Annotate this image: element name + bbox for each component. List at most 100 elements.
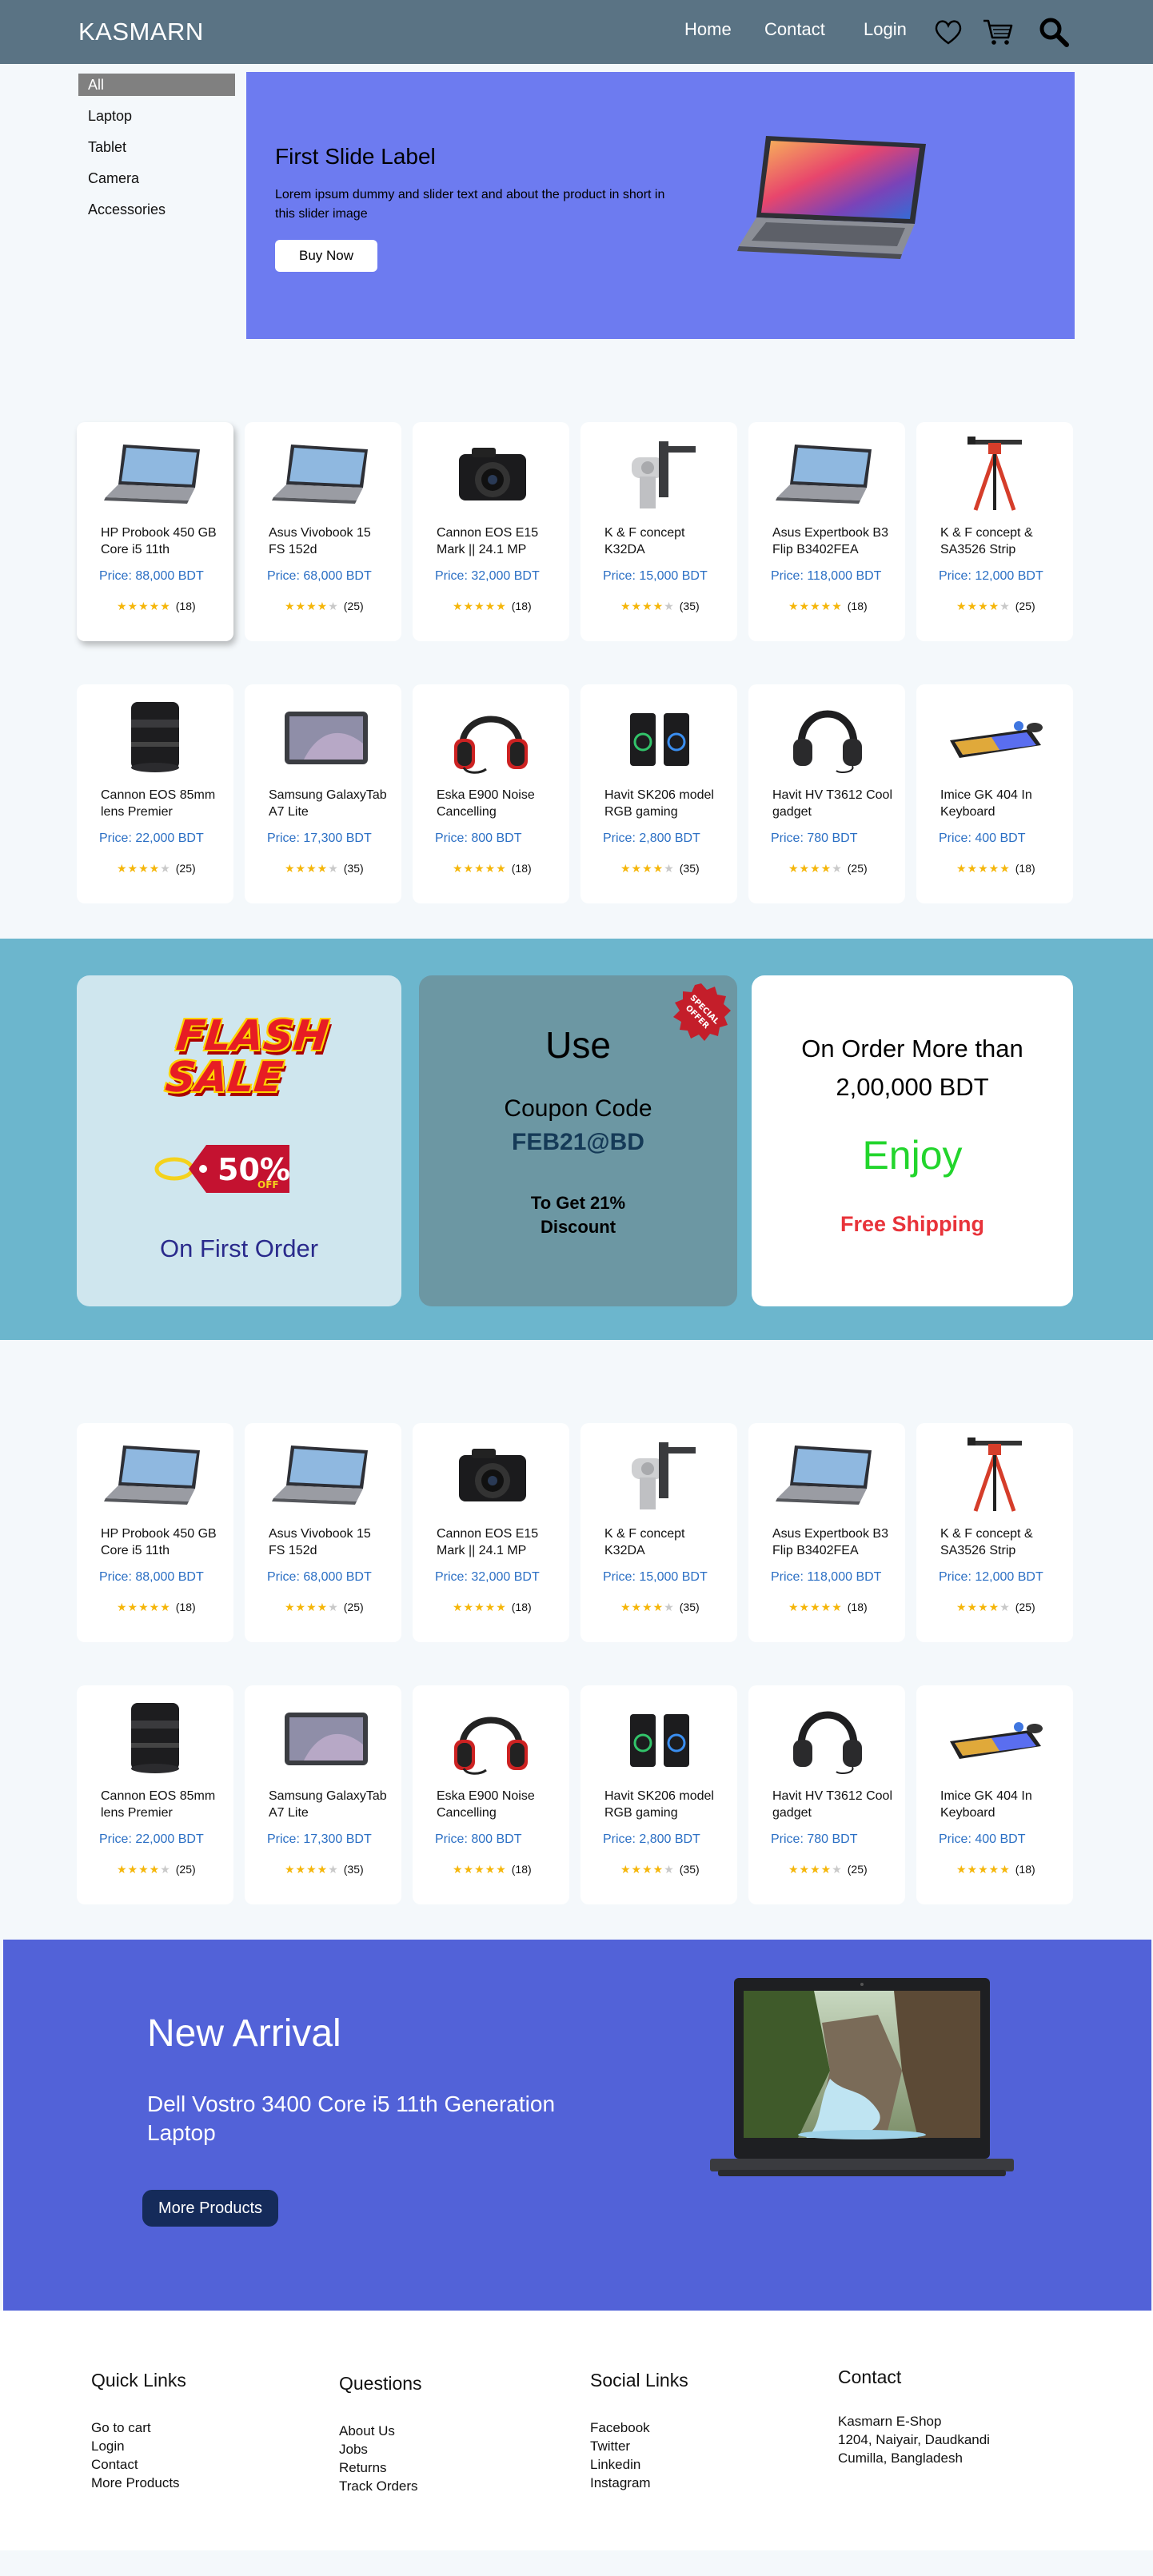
product-card[interactable]: Cannon EOS 85mm lens Premier Price: 22,00…: [77, 1685, 233, 1904]
search-icon[interactable]: [1038, 16, 1070, 48]
product-name[interactable]: Asus Vivobook 15 FS 152d: [269, 524, 389, 558]
product-name[interactable]: Eska E900 Noise Cancelling: [437, 787, 557, 820]
product-card[interactable]: K & F concept K32DA Price: 15,000 BDT ★★★★…: [580, 1423, 737, 1642]
category-accessories[interactable]: Accessories: [78, 197, 235, 228]
keyboard-icon[interactable]: [936, 1697, 1054, 1776]
product-name[interactable]: Asus Expertbook B3 Flip B3402FEA: [772, 1525, 892, 1559]
product-name[interactable]: Imice GK 404 In Keyboard: [940, 1788, 1060, 1821]
laptop-icon[interactable]: [768, 433, 886, 513]
speaker-icon[interactable]: [600, 1697, 718, 1776]
product-name[interactable]: Asus Expertbook B3 Flip B3402FEA: [772, 524, 892, 558]
product-card[interactable]: Cannon EOS E15 Mark || 24.1 MP Price: 32,…: [413, 1423, 569, 1642]
footer-link-facebook[interactable]: Facebook: [590, 2418, 688, 2437]
product-name[interactable]: HP Probook 450 GB Core i5 11th: [101, 1525, 221, 1559]
flash-sale-card[interactable]: FLASH SALE 50% OFF On First Order: [77, 975, 401, 1306]
buy-now-button[interactable]: Buy Now: [275, 240, 377, 272]
keyboard-icon[interactable]: [936, 696, 1054, 776]
footer-link-twitter[interactable]: Twitter: [590, 2437, 688, 2455]
heart-icon[interactable]: [932, 16, 964, 48]
coupon-code[interactable]: FEB21@BD: [419, 1129, 737, 1156]
footer-link-login[interactable]: Login: [91, 2437, 186, 2455]
category-tablet[interactable]: Tablet: [78, 135, 235, 165]
tablet-icon[interactable]: [264, 1697, 382, 1776]
headphones-icon[interactable]: [768, 696, 886, 776]
footer-link-track-orders[interactable]: Track Orders: [339, 2477, 422, 2495]
category-camera[interactable]: Camera: [78, 166, 235, 197]
product-card[interactable]: Havit SK206 model RGB gaming Price: 2,800…: [580, 1685, 737, 1904]
nav-contact[interactable]: Contact: [764, 19, 825, 40]
product-card[interactable]: Imice GK 404 In Keyboard Price: 400 BDT ★★…: [916, 1685, 1073, 1904]
nav-login[interactable]: Login: [864, 19, 907, 40]
more-products-button[interactable]: More Products: [142, 2190, 278, 2227]
laptop-icon[interactable]: [96, 1434, 214, 1514]
product-name[interactable]: Havit HV T3612 Cool gadget: [772, 787, 892, 820]
lens-icon[interactable]: [96, 696, 214, 776]
lens-icon[interactable]: [96, 1697, 214, 1776]
tablet-icon[interactable]: [264, 696, 382, 776]
product-card[interactable]: Asus Vivobook 15 FS 152d Price: 68,000 BD…: [245, 1423, 401, 1642]
product-card[interactable]: Eska E900 Noise Cancelling Price: 800 BDT…: [413, 684, 569, 903]
tripod-head-icon[interactable]: [600, 1434, 718, 1514]
product-card[interactable]: Havit HV T3612 Cool gadget Price: 780 BDT…: [748, 1685, 905, 1904]
category-laptop[interactable]: Laptop: [78, 104, 235, 134]
product-name[interactable]: Eska E900 Noise Cancelling: [437, 1788, 557, 1821]
product-card[interactable]: HP Probook 450 GB Core i5 11th Price: 88,…: [77, 422, 233, 641]
footer-link-about[interactable]: About Us: [339, 2422, 422, 2440]
product-card[interactable]: Samsung GalaxyTab A7 Lite Price: 17,300 B…: [245, 684, 401, 903]
product-card[interactable]: Samsung GalaxyTab A7 Lite Price: 17,300 B…: [245, 1685, 401, 1904]
product-card[interactable]: Cannon EOS 85mm lens Premier Price: 22,00…: [77, 684, 233, 903]
camera-icon[interactable]: [432, 433, 550, 513]
product-name[interactable]: Samsung GalaxyTab A7 Lite: [269, 1788, 389, 1821]
tripod-icon[interactable]: [936, 433, 1054, 513]
product-card[interactable]: Asus Expertbook B3 Flip B3402FEA Price: 1…: [748, 422, 905, 641]
product-name[interactable]: K & F concept & SA3526 Strip: [940, 524, 1060, 558]
product-name[interactable]: K & F concept & SA3526 Strip: [940, 1525, 1060, 1559]
product-card[interactable]: Asus Vivobook 15 FS 152d Price: 68,000 BD…: [245, 422, 401, 641]
brand-logo[interactable]: KASMARN: [78, 18, 204, 46]
footer-link-contact[interactable]: Contact: [91, 2455, 186, 2474]
headphones-icon[interactable]: [768, 1697, 886, 1776]
product-card[interactable]: Havit SK206 model RGB gaming Price: 2,800…: [580, 684, 737, 903]
laptop-icon[interactable]: [264, 1434, 382, 1514]
laptop-icon[interactable]: [768, 1434, 886, 1514]
product-name[interactable]: Cannon EOS E15 Mark || 24.1 MP: [437, 1525, 557, 1559]
laptop-icon[interactable]: [264, 433, 382, 513]
laptop-icon[interactable]: [96, 433, 214, 513]
product-name[interactable]: Cannon EOS E15 Mark || 24.1 MP: [437, 524, 557, 558]
product-name[interactable]: Cannon EOS 85mm lens Premier: [101, 1788, 221, 1821]
footer-link-instagram[interactable]: Instagram: [590, 2474, 688, 2492]
camera-icon[interactable]: [432, 1434, 550, 1514]
speaker-icon[interactable]: [600, 696, 718, 776]
nav-home[interactable]: Home: [684, 19, 732, 40]
product-name[interactable]: Havit HV T3612 Cool gadget: [772, 1788, 892, 1821]
product-name[interactable]: Samsung GalaxyTab A7 Lite: [269, 787, 389, 820]
product-card[interactable]: Eska E900 Noise Cancelling Price: 800 BDT…: [413, 1685, 569, 1904]
cart-icon[interactable]: [982, 16, 1014, 48]
footer-link-linkedin[interactable]: Linkedin: [590, 2455, 688, 2474]
product-card[interactable]: K & F concept & SA3526 Strip Price: 12,00…: [916, 422, 1073, 641]
headset-icon[interactable]: [432, 1697, 550, 1776]
footer-link-cart[interactable]: Go to cart: [91, 2418, 186, 2437]
product-name[interactable]: Havit SK206 model RGB gaming: [604, 1788, 724, 1821]
category-all[interactable]: All: [78, 74, 235, 96]
coupon-card[interactable]: SPECIAL OFFER Use Coupon Code FEB21@BD T…: [419, 975, 737, 1306]
product-name[interactable]: Imice GK 404 In Keyboard: [940, 787, 1060, 820]
footer-link-more-products[interactable]: More Products: [91, 2474, 186, 2492]
tripod-head-icon[interactable]: [600, 433, 718, 513]
product-card[interactable]: Havit HV T3612 Cool gadget Price: 780 BDT…: [748, 684, 905, 903]
free-shipping-card[interactable]: On Order More than 2,00,000 BDT Enjoy Fr…: [752, 975, 1073, 1306]
product-name[interactable]: Cannon EOS 85mm lens Premier: [101, 787, 221, 820]
product-card[interactable]: Cannon EOS E15 Mark || 24.1 MP Price: 32,…: [413, 422, 569, 641]
product-card[interactable]: Asus Expertbook B3 Flip B3402FEA Price: 1…: [748, 1423, 905, 1642]
product-card[interactable]: K & F concept & SA3526 Strip Price: 12,00…: [916, 1423, 1073, 1642]
product-name[interactable]: Havit SK206 model RGB gaming: [604, 787, 724, 820]
headset-icon[interactable]: [432, 696, 550, 776]
product-name[interactable]: Asus Vivobook 15 FS 152d: [269, 1525, 389, 1559]
footer-link-jobs[interactable]: Jobs: [339, 2440, 422, 2458]
product-card[interactable]: HP Probook 450 GB Core i5 11th Price: 88,…: [77, 1423, 233, 1642]
product-name[interactable]: K & F concept K32DA: [604, 1525, 724, 1559]
tripod-icon[interactable]: [936, 1434, 1054, 1514]
footer-link-returns[interactable]: Returns: [339, 2458, 422, 2477]
product-card[interactable]: K & F concept K32DA Price: 15,000 BDT ★★★★…: [580, 422, 737, 641]
product-card[interactable]: Imice GK 404 In Keyboard Price: 400 BDT ★★…: [916, 684, 1073, 903]
